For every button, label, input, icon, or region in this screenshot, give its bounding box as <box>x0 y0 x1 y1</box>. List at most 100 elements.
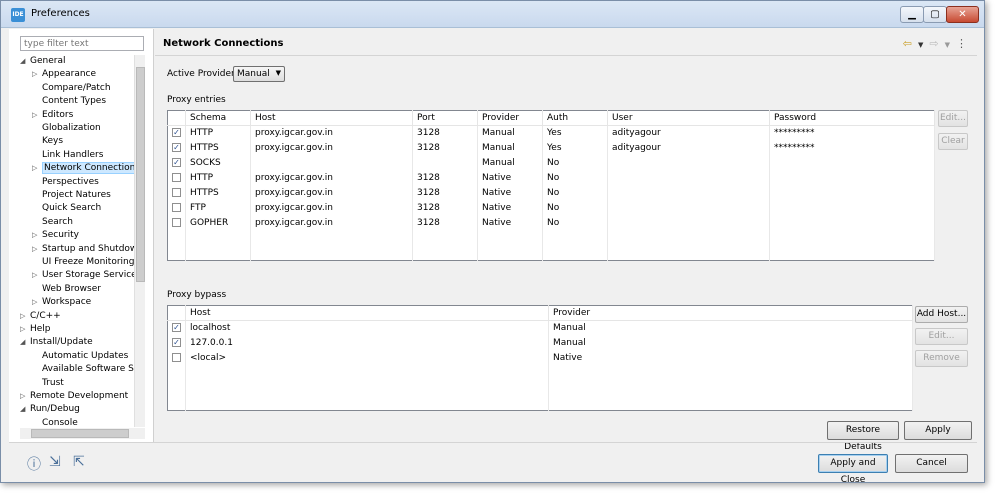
column-header[interactable]: Auth <box>542 110 608 126</box>
apply-button[interactable]: Apply <box>904 421 972 440</box>
tree-item[interactable]: Available Software Sites <box>32 363 134 376</box>
tree-item[interactable]: Project Natures <box>32 189 111 202</box>
edit-bypass-host-button[interactable]: Edit... <box>915 328 968 345</box>
table-row[interactable]: ✓ SOCKS Manual No <box>167 155 935 171</box>
tree-item[interactable]: Console <box>32 417 78 427</box>
remove-bypass-host-button[interactable]: Remove <box>915 350 968 367</box>
tree-expanded-arrow-icon[interactable]: ◢ <box>20 403 30 416</box>
row-checkbox[interactable] <box>172 188 181 197</box>
row-checkbox[interactable]: ✓ <box>172 143 181 152</box>
import-icon[interactable]: ⇲ <box>49 454 61 470</box>
table-row[interactable] <box>167 365 913 381</box>
table-row[interactable]: GOPHER proxy.igcar.gov.in 3128 Native No <box>167 215 935 231</box>
apply-and-close-button[interactable]: Apply and Close <box>818 454 888 485</box>
cancel-button[interactable]: Cancel <box>895 454 968 473</box>
table-row[interactable]: ✓ 127.0.0.1 Manual <box>167 335 913 351</box>
column-header[interactable] <box>167 305 186 321</box>
table-row[interactable] <box>167 230 935 246</box>
tree-item[interactable]: Quick Search <box>32 202 101 215</box>
active-provider-select[interactable]: Manual ▼ <box>233 66 285 82</box>
table-row[interactable] <box>167 395 913 411</box>
tree-item[interactable]: Link Handlers <box>32 149 103 162</box>
proxy-entries-table[interactable]: Schema Host Port Provider Auth User Password ✓… <box>167 110 935 261</box>
table-row[interactable]: HTTP proxy.igcar.gov.in 3128 Native No <box>167 170 935 186</box>
tree-item[interactable]: Globalization <box>32 122 101 135</box>
clear-proxy-entry-button[interactable]: Clear <box>938 133 968 150</box>
column-header[interactable]: User <box>607 110 770 126</box>
tree-item[interactable]: Content Types <box>32 95 106 108</box>
tree-item[interactable]: ▷ Remote Development <box>20 390 128 403</box>
tree-vertical-scrollbar[interactable] <box>134 55 145 427</box>
column-header[interactable]: Host <box>185 305 549 321</box>
tree-item[interactable]: ▷ Appearance <box>32 68 96 81</box>
tree-item[interactable]: ◢ Install/Update <box>20 336 93 349</box>
forward-arrow-icon[interactable]: ⇨ <box>929 37 938 50</box>
tree-vertical-scroll-thumb[interactable] <box>136 67 145 282</box>
tree-item[interactable]: Search <box>32 216 73 229</box>
table-row[interactable]: ✓ HTTPS proxy.igcar.gov.in 3128 Manual Yes adi… <box>167 140 935 156</box>
filter-input[interactable] <box>20 36 144 51</box>
row-checkbox[interactable] <box>172 218 181 227</box>
column-header[interactable]: Schema <box>185 110 251 126</box>
tree-collapsed-arrow-icon[interactable]: ▷ <box>32 243 42 256</box>
row-checkbox[interactable]: ✓ <box>172 128 181 138</box>
tree-item[interactable]: Perspectives <box>32 176 99 189</box>
tree-collapsed-arrow-icon[interactable]: ▷ <box>32 229 42 242</box>
tree-expanded-arrow-icon[interactable]: ◢ <box>20 55 30 68</box>
tree-collapsed-arrow-icon[interactable]: ▷ <box>32 269 42 282</box>
tree-expanded-arrow-icon[interactable]: ◢ <box>20 336 30 349</box>
tree-horizontal-scroll-thumb[interactable] <box>31 429 129 438</box>
tree-item[interactable]: UI Freeze Monitoring <box>32 256 134 269</box>
export-icon[interactable]: ⇱ <box>73 454 85 470</box>
tree-collapsed-arrow-icon[interactable]: ▷ <box>20 323 30 336</box>
row-checkbox[interactable]: ✓ <box>172 158 181 167</box>
tree-item[interactable]: ▷ Network Connections <box>32 162 134 175</box>
row-checkbox[interactable] <box>172 173 181 182</box>
row-checkbox[interactable]: ✓ <box>172 323 181 333</box>
table-row[interactable] <box>167 245 935 261</box>
maximize-button[interactable]: ▢ <box>923 6 947 23</box>
back-menu-chevron-icon[interactable]: ▼ <box>918 41 923 49</box>
tree-horizontal-scrollbar[interactable] <box>20 428 145 439</box>
table-row[interactable] <box>167 380 913 396</box>
tree-item[interactable]: ▷ Workspace <box>32 296 91 309</box>
tree-item[interactable]: ◢ Run/Debug <box>20 403 80 416</box>
back-arrow-icon[interactable]: ⇦ <box>903 37 912 50</box>
view-menu-icon[interactable]: ⋮ <box>956 37 967 50</box>
help-icon[interactable]: ⓘ <box>27 454 41 474</box>
restore-defaults-button[interactable]: Restore Defaults <box>827 421 899 452</box>
tree-item[interactable]: ▷ Security <box>32 229 79 242</box>
table-row[interactable]: FTP proxy.igcar.gov.in 3128 Native No <box>167 200 935 216</box>
table-row[interactable]: ✓ HTTP proxy.igcar.gov.in 3128 Manual Yes adit… <box>167 125 935 141</box>
add-host-button[interactable]: Add Host... <box>915 306 968 323</box>
tree-collapsed-arrow-icon[interactable]: ▷ <box>32 162 42 175</box>
tree-item[interactable]: ◢ General <box>20 55 65 68</box>
proxy-bypass-table[interactable]: Host Provider ✓ localhost Manual ✓ 127.0.0.1 M… <box>167 305 913 411</box>
table-row[interactable]: ✓ localhost Manual <box>167 320 913 336</box>
tree-item[interactable]: Automatic Updates <box>32 350 128 363</box>
column-header[interactable]: Provider <box>548 305 913 321</box>
close-button[interactable]: ✕ <box>946 6 979 23</box>
minimize-button[interactable]: ▁ <box>900 6 924 23</box>
forward-menu-chevron-icon[interactable]: ▼ <box>945 41 950 49</box>
column-header[interactable]: Provider <box>477 110 543 126</box>
column-header[interactable]: Password <box>769 110 935 126</box>
tree-collapsed-arrow-icon[interactable]: ▷ <box>32 296 42 309</box>
edit-proxy-entry-button[interactable]: Edit... <box>938 110 968 127</box>
tree-item[interactable]: ▷ C/C++ <box>20 310 61 323</box>
table-row[interactable]: HTTPS proxy.igcar.gov.in 3128 Native No <box>167 185 935 201</box>
column-header[interactable]: Port <box>412 110 478 126</box>
tree-collapsed-arrow-icon[interactable]: ▷ <box>20 390 30 403</box>
row-checkbox[interactable]: ✓ <box>172 338 181 347</box>
tree-collapsed-arrow-icon[interactable]: ▷ <box>32 68 42 81</box>
tree-item[interactable]: ▷ Startup and Shutdown <box>32 243 134 256</box>
tree-item[interactable]: Compare/Patch <box>32 82 111 95</box>
tree-item[interactable]: Web Browser <box>32 283 101 296</box>
tree-collapsed-arrow-icon[interactable]: ▷ <box>20 310 30 323</box>
row-checkbox[interactable] <box>172 353 181 362</box>
tree-item[interactable]: Keys <box>32 135 63 148</box>
tree-item[interactable]: ▷ User Storage Service <box>32 269 134 282</box>
column-header[interactable] <box>167 110 186 126</box>
column-header[interactable]: Host <box>250 110 413 126</box>
tree-item[interactable]: ▷ Editors <box>32 109 73 122</box>
